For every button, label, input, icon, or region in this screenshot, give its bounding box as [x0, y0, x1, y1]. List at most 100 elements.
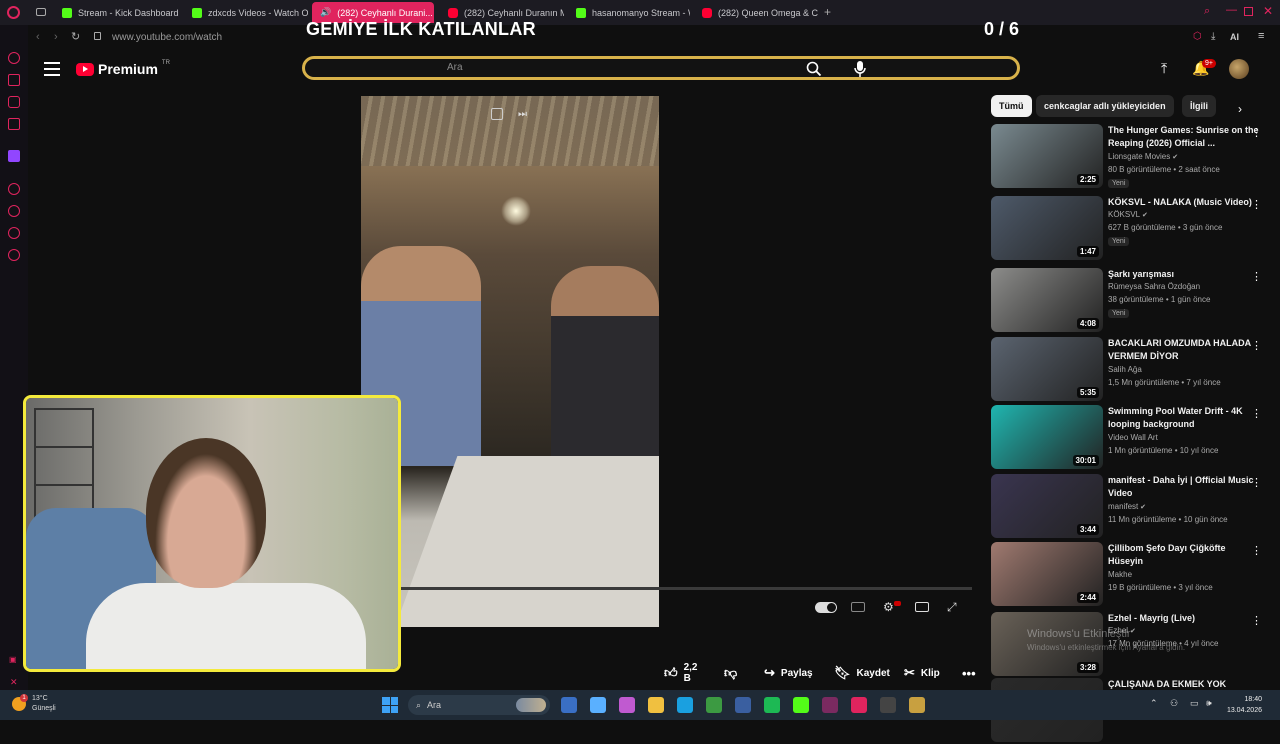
app-icon[interactable] [735, 697, 751, 713]
windows-start-icon[interactable] [382, 697, 398, 713]
video-thumbnail[interactable]: 2:44 [991, 542, 1103, 606]
avatar[interactable] [1229, 59, 1249, 79]
more-vertical-icon[interactable]: ⋮ [1251, 270, 1262, 283]
extensions-icon[interactable]: ⬡ [1193, 31, 1202, 42]
save-button[interactable]: 🔖︎ Kaydet [834, 660, 890, 686]
more-vertical-icon[interactable]: ⋮ [1251, 198, 1262, 211]
recommendation-item[interactable]: 2:44 Çillibom Şefo Dayı Çiğköfte Hüseyin M… [991, 542, 1262, 608]
store-icon[interactable] [590, 697, 606, 713]
minimize-button[interactable]: — [1226, 4, 1237, 16]
tab-youtube-3[interactable]: (282) Queen Omega & Che... [694, 2, 818, 23]
fullscreen-icon[interactable]: ⤢ [947, 600, 957, 615]
video-title[interactable]: manifest - Daha İyi | Official Music Vid… [1108, 474, 1260, 500]
download-icon[interactable]: ⤓ [1211, 31, 1215, 42]
upload-icon[interactable]: ⤒ [1161, 60, 1167, 77]
messenger-icon[interactable] [8, 96, 20, 108]
obs-icon[interactable] [880, 697, 896, 713]
search-tabs-icon[interactable]: ⌕ [1204, 5, 1210, 18]
video-title[interactable]: The Hunger Games: Sunrise on the Reaping… [1108, 124, 1260, 150]
settings-gear-icon[interactable]: ⚙ [883, 600, 894, 614]
forward-icon[interactable]: › [54, 31, 58, 43]
video-title[interactable]: Swimming Pool Water Drift - 4K looping b… [1108, 405, 1260, 431]
ai-button[interactable]: AI [1230, 32, 1239, 42]
youtube-premium-logo[interactable]: Premium TR [76, 60, 170, 77]
video-title[interactable]: KÖKSVL - NALAKA (Music Video) [1108, 196, 1260, 209]
sidebar-options-icon[interactable]: ✕ [10, 677, 18, 688]
chip-from-uploader[interactable]: cenkcaglar adlı yükleyiciden [1036, 95, 1174, 117]
video-title[interactable]: Ezhel - Mayrig (Live) [1108, 612, 1260, 625]
video-thumbnail[interactable]: 3:44 [991, 474, 1103, 538]
display-icon[interactable]: ▭ [1190, 698, 1199, 709]
more-vertical-icon[interactable]: ⋮ [1251, 476, 1262, 489]
video-thumbnail[interactable]: 2:25 [991, 124, 1103, 188]
autoplay-toggle[interactable] [815, 602, 837, 613]
search-box[interactable] [302, 56, 1020, 80]
dislike-button[interactable]: 👎︎ [724, 660, 737, 686]
back-icon[interactable]: ‹ [36, 31, 40, 43]
menu-icon[interactable]: ≡ [1258, 30, 1264, 42]
taskbar-clock[interactable]: 18:40 13.04.2026 [1222, 694, 1262, 716]
maximize-button[interactable] [1244, 7, 1253, 16]
recommendation-item[interactable]: 3:44 manifest - Daha İyi | Official Music… [991, 474, 1262, 540]
clip-button[interactable]: ✂ Klip [904, 660, 940, 686]
chip-related[interactable]: İlgili [1182, 95, 1216, 117]
edge-icon[interactable] [677, 697, 693, 713]
channel-name[interactable]: KÖKSVL ✔ [1108, 210, 1148, 219]
video-title[interactable]: BACAKLARI OMZUMDA HALADA VERMEM DİYOR [1108, 337, 1260, 363]
video-thumbnail[interactable]: 4:08 [991, 268, 1103, 332]
recommendation-item[interactable]: 2:25 The Hunger Games: Sunrise on the Rea… [991, 124, 1262, 190]
more-vertical-icon[interactable]: ⋮ [1251, 126, 1262, 139]
chip-all[interactable]: Tümü [991, 95, 1032, 117]
channel-name[interactable]: Rümeysa Sahra Özdoğan [1108, 282, 1200, 291]
chrome-icon[interactable] [706, 697, 722, 713]
more-vertical-icon[interactable]: ⋮ [1251, 544, 1262, 557]
share-button[interactable]: ↪ Paylaş [764, 660, 813, 686]
search-icon[interactable] [806, 61, 822, 77]
channel-name[interactable]: Video Wall Art [1108, 433, 1158, 442]
aria-icon[interactable] [8, 52, 20, 64]
folder-icon[interactable] [648, 697, 664, 713]
more-vertical-icon[interactable]: ⋮ [1251, 339, 1262, 352]
copilot-icon[interactable] [619, 697, 635, 713]
video-title[interactable]: Çillibom Şefo Dayı Çiğköfte Hüseyin [1108, 542, 1260, 568]
url-text[interactable]: www.youtube.com/watch [112, 32, 222, 43]
tab-kick-dashboard[interactable]: Stream - Kick Dashboard [54, 2, 182, 23]
volume-icon[interactable]: 🕪︎ [1206, 698, 1212, 709]
recommendation-item[interactable]: 1:47 KÖKSVL - NALAKA (Music Video) KÖKSVL … [991, 196, 1262, 262]
search-input[interactable] [447, 62, 747, 73]
network-icon[interactable]: ⚇ [1170, 698, 1178, 709]
like-button[interactable]: 👍︎ 2,2 B [664, 660, 698, 686]
taskbar-search[interactable]: ⌕ Ara [408, 695, 550, 715]
next-video-icon[interactable]: ⏭ [518, 109, 527, 120]
pinboard-icon[interactable] [8, 227, 20, 239]
player-icon[interactable] [8, 183, 20, 195]
new-tab-button[interactable]: + [824, 5, 831, 19]
video-title[interactable]: Şarkı yarışması [1108, 268, 1260, 281]
spotify-icon[interactable] [764, 697, 780, 713]
close-window-button[interactable]: ✕ [1263, 4, 1273, 18]
subtitles-icon[interactable] [851, 602, 865, 612]
tray-overflow-icon[interactable]: ⌃ [1150, 698, 1158, 709]
chevron-right-icon[interactable]: › [1238, 102, 1242, 116]
recommendation-item[interactable]: 5:35 BACAKLARI OMZUMDA HALADA VERMEM DİYO… [991, 337, 1262, 403]
history-icon[interactable] [8, 205, 20, 217]
opera-logo-icon[interactable] [7, 6, 20, 19]
speaker-icon[interactable]: 🔊 [320, 7, 331, 18]
video-thumbnail[interactable]: 30:01 [991, 405, 1103, 469]
tab-kick-videos[interactable]: zdxcds Videos - Watch On... [184, 2, 308, 23]
channel-name[interactable]: Lionsgate Movies ✔ [1108, 152, 1178, 161]
theater-mode-icon[interactable] [915, 602, 929, 612]
app-icon[interactable] [909, 697, 925, 713]
app-icon[interactable] [822, 697, 838, 713]
guide-menu-icon[interactable] [44, 62, 60, 76]
more-actions-button[interactable]: ••• [962, 660, 976, 686]
tab-overview-icon[interactable] [36, 8, 46, 16]
channel-name[interactable]: Makhe [1108, 570, 1132, 579]
music-icon[interactable] [8, 118, 20, 130]
recommendation-item[interactable]: 30:01 Swimming Pool Water Drift - 4K loop… [991, 405, 1262, 471]
miniplayer-icon[interactable] [491, 108, 503, 120]
tab-kick-stream[interactable]: hasanomanyo Stream - W... [568, 2, 690, 23]
recommendation-item[interactable]: 4:08 Şarkı yarışması Rümeysa Sahra Özdoğan… [991, 268, 1262, 334]
video-thumbnail[interactable]: 1:47 [991, 196, 1103, 260]
more-vertical-icon[interactable]: ⋮ [1251, 614, 1262, 627]
